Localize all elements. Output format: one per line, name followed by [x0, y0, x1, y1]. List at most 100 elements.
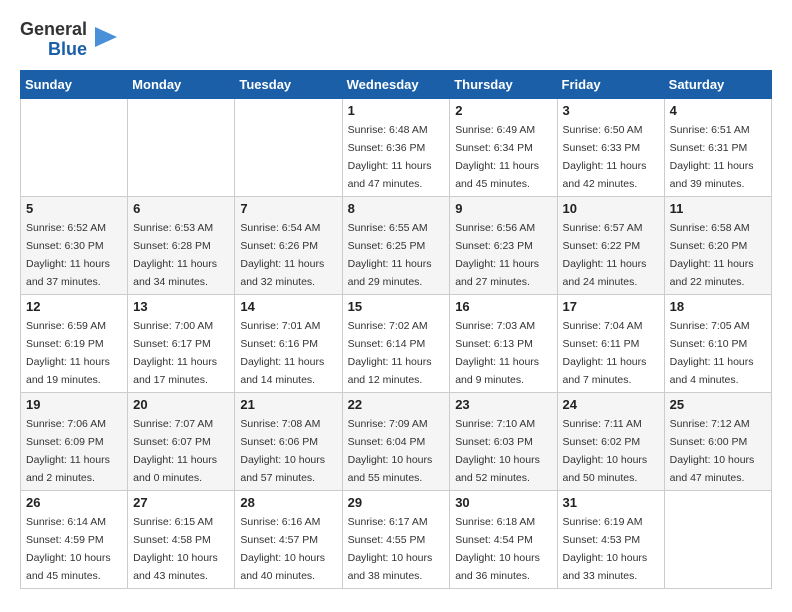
day-info: Sunrise: 7:04 AM Sunset: 6:11 PM Dayligh…: [563, 320, 647, 386]
day-info: Sunrise: 6:58 AM Sunset: 6:20 PM Dayligh…: [670, 222, 754, 288]
day-number: 31: [563, 495, 659, 510]
day-cell-10: 10 Sunrise: 6:57 AM Sunset: 6:22 PM Dayli…: [557, 196, 664, 294]
day-number: 26: [26, 495, 122, 510]
day-cell-13: 13Sunrise: 7:00 AM Sunset: 6:17 PM Dayli…: [128, 294, 235, 392]
day-number: 16: [455, 299, 551, 314]
day-info: Sunrise: 6:54 AM Sunset: 6:26 PM Dayligh…: [240, 222, 324, 288]
day-info: Sunrise: 7:02 AM Sunset: 6:14 PM Dayligh…: [348, 320, 432, 386]
day-info: Sunrise: 6:17 AM Sunset: 4:55 PM Dayligh…: [348, 516, 433, 582]
weekday-header-sunday: Sunday: [21, 70, 128, 98]
weekday-header-wednesday: Wednesday: [342, 70, 450, 98]
day-number: 24: [563, 397, 659, 412]
day-cell-2: 2 Sunrise: 6:49 AM Sunset: 6:34 PM Daylig…: [450, 98, 557, 196]
day-cell-21: 21 Sunrise: 7:08 AM Sunset: 6:06 PM Dayli…: [235, 392, 342, 490]
day-cell-22: 22Sunrise: 7:09 AM Sunset: 6:04 PM Dayli…: [342, 392, 450, 490]
day-cell-16: 16 Sunrise: 7:03 AM Sunset: 6:13 PM Dayli…: [450, 294, 557, 392]
day-number: 29: [348, 495, 445, 510]
calendar-table: SundayMondayTuesdayWednesdayThursdayFrid…: [20, 70, 772, 589]
day-info: Sunrise: 7:09 AM Sunset: 6:04 PM Dayligh…: [348, 418, 433, 484]
day-cell-24: 24 Sunrise: 7:11 AM Sunset: 6:02 PM Dayli…: [557, 392, 664, 490]
day-cell-20: 20Sunrise: 7:07 AM Sunset: 6:07 PM Dayli…: [128, 392, 235, 490]
day-info: Sunrise: 7:03 AM Sunset: 6:13 PM Dayligh…: [455, 320, 539, 386]
day-number: 5: [26, 201, 122, 216]
day-info: Sunrise: 7:12 AM Sunset: 6:00 PM Dayligh…: [670, 418, 755, 484]
day-number: 21: [240, 397, 336, 412]
day-cell-26: 26 Sunrise: 6:14 AM Sunset: 4:59 PM Dayli…: [21, 490, 128, 588]
day-cell-17: 17Sunrise: 7:04 AM Sunset: 6:11 PM Dayli…: [557, 294, 664, 392]
day-info: Sunrise: 6:56 AM Sunset: 6:23 PM Dayligh…: [455, 222, 539, 288]
day-info: Sunrise: 6:49 AM Sunset: 6:34 PM Dayligh…: [455, 124, 539, 190]
week-row-4: 19 Sunrise: 7:06 AM Sunset: 6:09 PM Dayli…: [21, 392, 772, 490]
day-number: 6: [133, 201, 229, 216]
day-number: 15: [348, 299, 445, 314]
day-number: 19: [26, 397, 122, 412]
day-number: 10: [563, 201, 659, 216]
day-info: Sunrise: 7:05 AM Sunset: 6:10 PM Dayligh…: [670, 320, 754, 386]
day-number: 9: [455, 201, 551, 216]
day-cell-15: 15 Sunrise: 7:02 AM Sunset: 6:14 PM Dayli…: [342, 294, 450, 392]
day-info: Sunrise: 6:19 AM Sunset: 4:53 PM Dayligh…: [563, 516, 648, 582]
day-number: 28: [240, 495, 336, 510]
weekday-header-monday: Monday: [128, 70, 235, 98]
day-info: Sunrise: 6:59 AM Sunset: 6:19 PM Dayligh…: [26, 320, 110, 386]
weekday-header-friday: Friday: [557, 70, 664, 98]
day-number: 8: [348, 201, 445, 216]
day-info: Sunrise: 7:01 AM Sunset: 6:16 PM Dayligh…: [240, 320, 324, 386]
day-number: 14: [240, 299, 336, 314]
empty-cell: [235, 98, 342, 196]
day-number: 30: [455, 495, 551, 510]
day-number: 2: [455, 103, 551, 118]
day-cell-23: 23 Sunrise: 7:10 AM Sunset: 6:03 PM Dayli…: [450, 392, 557, 490]
day-info: Sunrise: 6:51 AM Sunset: 6:31 PM Dayligh…: [670, 124, 754, 190]
week-row-2: 5 Sunrise: 6:52 AM Sunset: 6:30 PM Daylig…: [21, 196, 772, 294]
day-cell-7: 7 Sunrise: 6:54 AM Sunset: 6:26 PM Daylig…: [235, 196, 342, 294]
day-cell-27: 27 Sunrise: 6:15 AM Sunset: 4:58 PM Dayli…: [128, 490, 235, 588]
day-cell-30: 30Sunrise: 6:18 AM Sunset: 4:54 PM Dayli…: [450, 490, 557, 588]
logo: General Blue: [20, 20, 117, 60]
day-info: Sunrise: 6:16 AM Sunset: 4:57 PM Dayligh…: [240, 516, 325, 582]
day-info: Sunrise: 7:06 AM Sunset: 6:09 PM Dayligh…: [26, 418, 110, 484]
day-info: Sunrise: 7:08 AM Sunset: 6:06 PM Dayligh…: [240, 418, 325, 484]
day-cell-5: 5 Sunrise: 6:52 AM Sunset: 6:30 PM Daylig…: [21, 196, 128, 294]
logo-blue-text: Blue: [48, 40, 87, 60]
weekday-header-row: SundayMondayTuesdayWednesdayThursdayFrid…: [21, 70, 772, 98]
day-cell-29: 29 Sunrise: 6:17 AM Sunset: 4:55 PM Dayli…: [342, 490, 450, 588]
day-cell-19: 19 Sunrise: 7:06 AM Sunset: 6:09 PM Dayli…: [21, 392, 128, 490]
day-number: 7: [240, 201, 336, 216]
day-info: Sunrise: 6:53 AM Sunset: 6:28 PM Dayligh…: [133, 222, 217, 288]
logo-arrow-icon: [95, 27, 117, 47]
week-row-1: 1 Sunrise: 6:48 AM Sunset: 6:36 PM Daylig…: [21, 98, 772, 196]
day-cell-18: 18 Sunrise: 7:05 AM Sunset: 6:10 PM Dayli…: [664, 294, 771, 392]
day-number: 23: [455, 397, 551, 412]
day-cell-11: 11Sunrise: 6:58 AM Sunset: 6:20 PM Dayli…: [664, 196, 771, 294]
day-number: 4: [670, 103, 766, 118]
day-cell-25: 25Sunrise: 7:12 AM Sunset: 6:00 PM Dayli…: [664, 392, 771, 490]
day-cell-4: 4 Sunrise: 6:51 AM Sunset: 6:31 PM Daylig…: [664, 98, 771, 196]
day-number: 12: [26, 299, 122, 314]
day-info: Sunrise: 6:15 AM Sunset: 4:58 PM Dayligh…: [133, 516, 218, 582]
logo-text: General: [20, 20, 87, 40]
day-info: Sunrise: 7:00 AM Sunset: 6:17 PM Dayligh…: [133, 320, 217, 386]
day-number: 1: [348, 103, 445, 118]
day-cell-8: 8 Sunrise: 6:55 AM Sunset: 6:25 PM Daylig…: [342, 196, 450, 294]
day-info: Sunrise: 6:14 AM Sunset: 4:59 PM Dayligh…: [26, 516, 111, 582]
day-cell-12: 12 Sunrise: 6:59 AM Sunset: 6:19 PM Dayli…: [21, 294, 128, 392]
day-number: 27: [133, 495, 229, 510]
day-number: 20: [133, 397, 229, 412]
day-info: Sunrise: 7:10 AM Sunset: 6:03 PM Dayligh…: [455, 418, 540, 484]
day-cell-6: 6 Sunrise: 6:53 AM Sunset: 6:28 PM Daylig…: [128, 196, 235, 294]
day-info: Sunrise: 6:55 AM Sunset: 6:25 PM Dayligh…: [348, 222, 432, 288]
day-cell-28: 28 Sunrise: 6:16 AM Sunset: 4:57 PM Dayli…: [235, 490, 342, 588]
day-cell-31: 31 Sunrise: 6:19 AM Sunset: 4:53 PM Dayli…: [557, 490, 664, 588]
day-info: Sunrise: 6:48 AM Sunset: 6:36 PM Dayligh…: [348, 124, 432, 190]
day-cell-14: 14 Sunrise: 7:01 AM Sunset: 6:16 PM Dayli…: [235, 294, 342, 392]
day-info: Sunrise: 6:50 AM Sunset: 6:33 PM Dayligh…: [563, 124, 647, 190]
empty-cell: [21, 98, 128, 196]
day-info: Sunrise: 7:11 AM Sunset: 6:02 PM Dayligh…: [563, 418, 648, 484]
page-header: General Blue: [20, 20, 772, 60]
day-number: 18: [670, 299, 766, 314]
day-info: Sunrise: 6:57 AM Sunset: 6:22 PM Dayligh…: [563, 222, 647, 288]
week-row-5: 26 Sunrise: 6:14 AM Sunset: 4:59 PM Dayli…: [21, 490, 772, 588]
weekday-header-saturday: Saturday: [664, 70, 771, 98]
day-info: Sunrise: 6:52 AM Sunset: 6:30 PM Dayligh…: [26, 222, 110, 288]
